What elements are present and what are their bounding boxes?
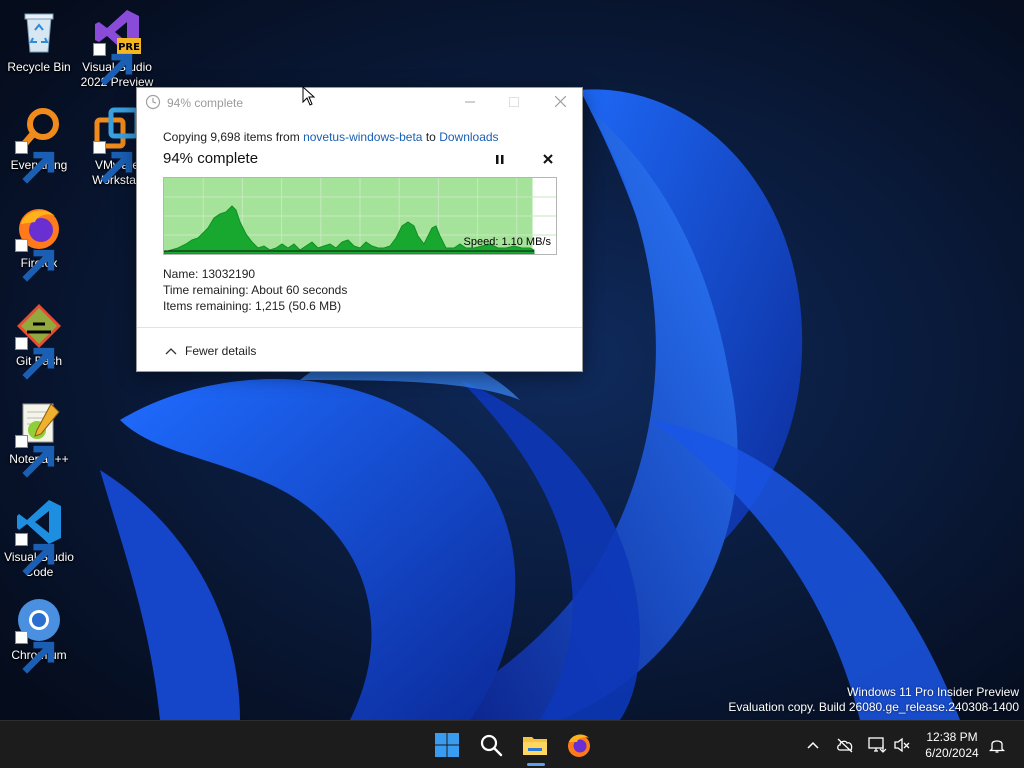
source-folder-link[interactable]: novetus-windows-beta <box>303 130 422 144</box>
progress-percent-heading: 94% complete <box>163 150 259 167</box>
dialog-title: 94% complete <box>167 96 244 110</box>
vmware-icon <box>93 106 141 184</box>
windows-start-icon <box>435 733 459 757</box>
mouse-cursor-icon <box>302 86 316 106</box>
vscode-icon <box>15 498 63 576</box>
minimize-icon <box>465 101 475 103</box>
shortcut-arrow-icon <box>15 337 55 380</box>
evaluation-watermark: Windows 11 Pro Insider Preview Evaluatio… <box>728 685 1019 715</box>
maximize-button[interactable] <box>491 88 537 116</box>
recycle-bin-icon <box>15 8 63 56</box>
active-app-indicator <box>527 763 545 766</box>
chevron-up-icon <box>165 348 177 355</box>
name-value: 13032190 <box>201 267 256 281</box>
network-monitor-icon <box>868 737 887 753</box>
fewer-details-toggle[interactable]: Fewer details <box>165 344 256 358</box>
close-icon <box>554 95 566 108</box>
shortcut-arrow-icon <box>15 435 55 478</box>
git-bash-icon <box>15 302 63 380</box>
firefox-taskbar-button[interactable] <box>565 731 593 759</box>
desktop-icon-label: Recycle Bin <box>7 60 71 74</box>
volume-button[interactable] <box>892 735 912 755</box>
cloud-offline-icon <box>837 738 853 753</box>
desktop-icon-everything[interactable]: Everything <box>0 106 78 184</box>
fewer-details-label: Fewer details <box>185 344 257 358</box>
shortcut-arrow-icon <box>15 631 55 674</box>
speaker-muted-icon <box>894 737 910 753</box>
time-remaining-label: Time remaining: <box>163 283 249 297</box>
shortcut-arrow-icon <box>93 141 133 184</box>
folder-icon <box>523 737 547 755</box>
close-window-button[interactable] <box>537 88 583 116</box>
chromium-icon <box>15 596 63 674</box>
everything-search-icon <box>15 106 63 184</box>
progress-clock-icon <box>145 94 161 110</box>
items-remaining-row: Items remaining: 1,215 (50.6 MB) <box>163 299 341 313</box>
items-remaining-label: Items remaining: <box>163 299 252 313</box>
bell-icon <box>988 740 1006 753</box>
firefox-icon <box>568 734 590 757</box>
name-label: Name: <box>163 267 199 281</box>
cancel-copy-button[interactable] <box>541 152 555 166</box>
shortcut-arrow-icon <box>15 533 55 576</box>
shortcut-arrow-icon <box>93 43 133 86</box>
onedrive-status-button[interactable] <box>835 735 855 755</box>
clock[interactable]: 12:38 PM 6/20/2024 <box>920 729 984 761</box>
pause-icon <box>496 155 504 164</box>
destination-folder-link[interactable]: Downloads <box>439 130 498 144</box>
visual-studio-icon: PRE <box>93 8 141 86</box>
notepad-plus-plus-icon <box>15 400 63 478</box>
firefox-icon <box>15 204 63 282</box>
clock-time: 12:38 PM <box>926 730 978 744</box>
desktop-icon-chromium[interactable]: Chromium <box>0 596 78 674</box>
shortcut-arrow-icon <box>15 141 55 184</box>
time-remaining-value: About 60 seconds <box>251 283 348 297</box>
taskbar: 12:38 PM 6/20/2024 <box>0 720 1024 768</box>
divider <box>137 327 582 328</box>
watermark-line-2: Evaluation copy. Build 26080.ge_release.… <box>728 700 1019 714</box>
pause-button[interactable] <box>493 154 507 166</box>
desktop-icon-visual-studio-2022-preview[interactable]: PRE Visual Studio 2022 Preview <box>78 8 156 90</box>
transfer-speed-graph: Speed: 1.10 MB/s <box>163 177 557 255</box>
clock-date: 6/20/2024 <box>925 746 979 760</box>
chevron-up-icon <box>807 741 819 749</box>
copy-progress-dialog: 94% complete Copying 9,698 items from no… <box>136 87 583 372</box>
desktop-icon-visual-studio-code[interactable]: Visual Studio Code <box>0 498 78 580</box>
start-button[interactable] <box>433 731 461 759</box>
notifications-button[interactable] <box>987 735 1007 755</box>
desktop-icon-git-bash[interactable]: Git Bash <box>0 302 78 380</box>
network-button[interactable] <box>867 735 887 755</box>
speed-label: Speed: 1.10 MB/s <box>463 236 551 248</box>
search-icon <box>480 734 503 757</box>
close-icon <box>543 154 553 164</box>
desktop-icon-notepad-plus-plus[interactable]: Notepad++ <box>0 400 78 478</box>
time-remaining-row: Time remaining: About 60 seconds <box>163 283 347 297</box>
copy-prefix-text: Copying 9,698 items from <box>163 130 300 144</box>
shortcut-arrow-icon <box>15 239 55 282</box>
copy-summary: Copying 9,698 items from novetus-windows… <box>163 130 499 144</box>
name-row: Name: 13032190 <box>163 267 255 281</box>
desktop-icon-recycle-bin[interactable]: Recycle Bin <box>0 8 78 75</box>
desktop-icon-firefox[interactable]: Firefox <box>0 204 78 282</box>
watermark-line-1: Windows 11 Pro Insider Preview <box>847 685 1019 699</box>
search-button[interactable] <box>477 731 505 759</box>
file-explorer-button[interactable] <box>521 731 549 759</box>
show-hidden-icons-button[interactable] <box>803 735 823 755</box>
items-remaining-value: 1,215 (50.6 MB) <box>255 299 342 313</box>
to-text: to <box>425 130 436 144</box>
dialog-title-bar[interactable]: 94% complete <box>137 88 582 116</box>
minimize-button[interactable] <box>447 88 493 116</box>
maximize-icon <box>509 97 519 107</box>
